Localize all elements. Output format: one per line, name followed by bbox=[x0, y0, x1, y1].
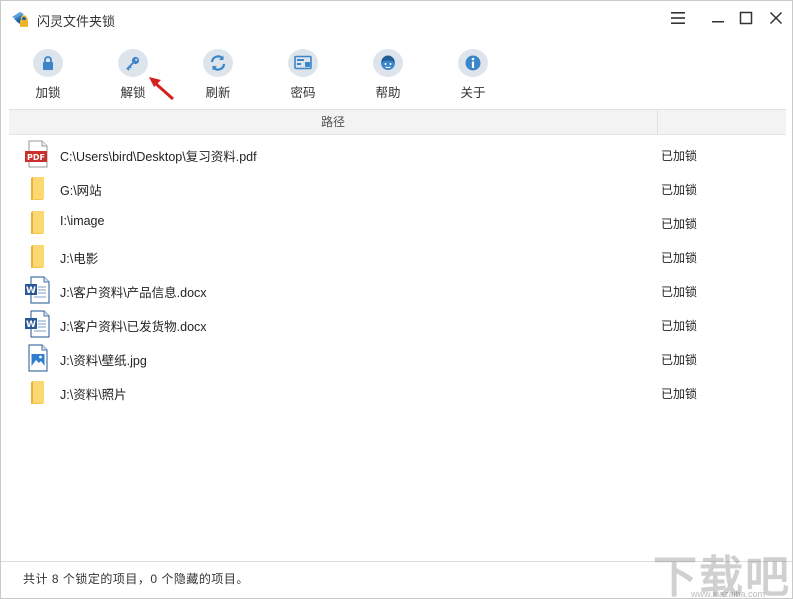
window-title: 闪灵文件夹锁 bbox=[37, 14, 116, 29]
table-row[interactable]: G:\网站 已加锁 bbox=[9, 171, 786, 205]
close-icon bbox=[769, 11, 783, 25]
table-row[interactable]: J:\资料\壁纸.jpg 已加锁 bbox=[9, 341, 786, 375]
maximize-button[interactable] bbox=[733, 5, 759, 31]
help-button-bg bbox=[373, 49, 403, 77]
lock-status: 已加锁 bbox=[661, 319, 698, 333]
column-header-status[interactable] bbox=[659, 110, 786, 134]
about-button[interactable]: 关于 bbox=[443, 45, 503, 101]
table-header: 路径 bbox=[9, 110, 786, 135]
file-path: J:\电影 bbox=[60, 252, 99, 266]
lock-status: 已加锁 bbox=[661, 217, 698, 231]
file-path: J:\客户资料\已发货物.docx bbox=[60, 320, 207, 334]
file-path: J:\资料\壁纸.jpg bbox=[60, 354, 147, 368]
lock-status: 已加锁 bbox=[661, 285, 698, 299]
folder-icon bbox=[31, 211, 44, 234]
folder-icon bbox=[31, 177, 44, 200]
refresh-icon bbox=[210, 55, 226, 71]
refresh-button-bg bbox=[203, 49, 233, 77]
table-row[interactable]: PDF C:\Users\bird\Desktop\复习资料.pdf 已加锁 bbox=[9, 137, 786, 171]
password-button-bg bbox=[288, 49, 318, 77]
about-button-bg bbox=[458, 49, 488, 77]
file-path: J:\资料\照片 bbox=[60, 388, 127, 402]
file-path: I:\image bbox=[60, 214, 105, 228]
lock-status: 已加锁 bbox=[661, 183, 698, 197]
column-header-path[interactable]: 路径 bbox=[9, 110, 658, 134]
key-icon bbox=[126, 56, 140, 71]
lock-button[interactable]: 加锁 bbox=[18, 45, 78, 101]
word-file-icon: W bbox=[25, 310, 50, 338]
file-path: J:\客户资料\产品信息.docx bbox=[60, 286, 207, 300]
app-window: 闪灵文件夹锁 加锁 解锁 刷新 密码 帮助 关于 路径 PDF C:\Users… bbox=[0, 0, 793, 599]
help-button-label: 帮助 bbox=[375, 86, 401, 100]
unlock-button-label: 解锁 bbox=[120, 86, 146, 100]
unlock-button[interactable]: 解锁 bbox=[103, 45, 163, 101]
folder-icon bbox=[31, 381, 44, 404]
lock-status: 已加锁 bbox=[661, 387, 698, 401]
about-button-label: 关于 bbox=[460, 86, 486, 100]
password-icon bbox=[294, 55, 312, 70]
table-row[interactable]: J:\电影 已加锁 bbox=[9, 239, 786, 273]
table-row[interactable]: J:\资料\照片 已加锁 bbox=[9, 375, 786, 409]
maximize-icon bbox=[739, 11, 753, 25]
lock-status: 已加锁 bbox=[661, 353, 698, 367]
menu-button[interactable] bbox=[665, 5, 691, 31]
unlock-button-bg bbox=[118, 49, 148, 77]
refresh-button[interactable]: 刷新 bbox=[188, 45, 248, 101]
password-button[interactable]: 密码 bbox=[273, 45, 333, 101]
help-icon bbox=[381, 55, 395, 70]
word-file-icon: W bbox=[25, 276, 50, 304]
table-body: PDF C:\Users\bird\Desktop\复习资料.pdf 已加锁 G… bbox=[9, 137, 786, 409]
status-text: 共计 8 个锁定的项目，0 个隐藏的项目。 bbox=[23, 572, 249, 586]
file-path: C:\Users\bird\Desktop\复习资料.pdf bbox=[60, 150, 257, 164]
refresh-button-label: 刷新 bbox=[205, 86, 231, 100]
lock-status: 已加锁 bbox=[661, 251, 698, 265]
watermark-url: www.xiazaiba.com bbox=[691, 589, 766, 599]
toolbar: 加锁 解锁 刷新 密码 帮助 关于 bbox=[1, 45, 792, 105]
svg-text:W: W bbox=[26, 286, 36, 296]
password-button-label: 密码 bbox=[290, 86, 316, 100]
title-bar: 闪灵文件夹锁 bbox=[1, 1, 792, 37]
minimize-button[interactable] bbox=[705, 5, 731, 31]
svg-text:PDF: PDF bbox=[27, 153, 45, 162]
minimize-icon bbox=[712, 21, 724, 23]
svg-text:W: W bbox=[26, 320, 36, 330]
folder-icon bbox=[31, 245, 44, 268]
lock-button-bg bbox=[33, 49, 63, 77]
help-button[interactable]: 帮助 bbox=[358, 45, 418, 101]
app-logo-icon bbox=[12, 12, 28, 27]
table-row[interactable]: W J:\客户资料\已发货物.docx 已加锁 bbox=[9, 307, 786, 341]
file-path: G:\网站 bbox=[60, 184, 102, 198]
image-file-icon bbox=[28, 344, 48, 372]
info-icon bbox=[465, 55, 481, 71]
menu-icon bbox=[671, 12, 685, 24]
lock-icon bbox=[43, 56, 53, 70]
file-table: 路径 PDF C:\Users\bird\Desktop\复习资料.pdf 已加… bbox=[9, 109, 786, 561]
lock-button-label: 加锁 bbox=[35, 86, 61, 100]
pdf-file-icon: PDF bbox=[25, 140, 48, 168]
lock-status: 已加锁 bbox=[661, 149, 698, 163]
table-row[interactable]: W J:\客户资料\产品信息.docx 已加锁 bbox=[9, 273, 786, 307]
table-row[interactable]: I:\image 已加锁 bbox=[9, 205, 786, 239]
close-button[interactable] bbox=[763, 5, 789, 31]
